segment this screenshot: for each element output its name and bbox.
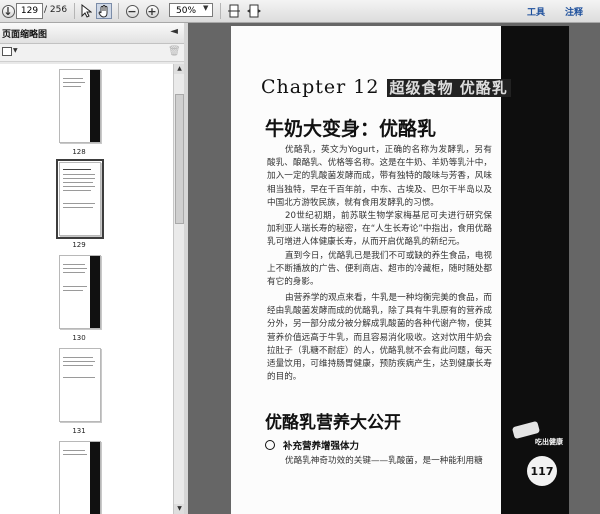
paragraph: 由营养学的观点来看，牛乳是一种均衡完美的食品，而经由乳酸菌发酵而成的优酪乳，除了… (267, 293, 492, 383)
paragraph: 20世纪初期，前苏联生物学家梅基尼可夫进行研究保加利亚人瑞长寿的秘密，在“人生长… (267, 211, 492, 248)
toolbar-divider (118, 3, 119, 19)
close-panel-icon[interactable]: ◄ (170, 26, 178, 37)
bullet-title: 补充营养增强体力 (283, 441, 360, 452)
thumbnail-page[interactable] (59, 348, 101, 422)
panel-toolbar: ▼ 🗑 (0, 44, 184, 62)
options-icon[interactable] (2, 47, 12, 56)
pdf-page: Chapter 12 超级食物 优酪乳 牛奶大变身：优酪乳 优酪乳，英文为Yog… (231, 26, 569, 514)
hand-tool-icon[interactable] (96, 3, 112, 19)
thumbnail-list: 128 129 130 131 (0, 64, 173, 514)
thumbnail-label: 131 (72, 427, 86, 435)
toolbar: ↓ 129 / 256 − + 50% ▼ 工具 注释 (0, 0, 600, 23)
section-heading: 优酪乳营养大公开 (265, 413, 401, 433)
fit-width-icon[interactable] (246, 3, 262, 19)
chapter-number: Chapter 12 (261, 76, 380, 98)
zoom-out-icon[interactable]: − (124, 3, 140, 19)
thumbnail-label: 128 (72, 148, 86, 156)
thumbnail-label: 130 (72, 334, 86, 342)
trash-icon[interactable]: 🗑 (168, 46, 181, 57)
page-total: / 256 (44, 5, 68, 15)
paragraph: 优酪乳，英文为Yogurt，正确的名称为发酵乳，另有酸乳、酿酪乳、优格等名称。这… (267, 145, 492, 208)
chapter-title: 超级食物 优酪乳 (386, 79, 511, 97)
thumbnail-label: 129 (72, 241, 86, 249)
bullet-heading: 补充营养增强体力 (265, 438, 359, 452)
scroll-thumb[interactable] (175, 94, 184, 224)
comment-button[interactable]: 注释 (565, 5, 583, 18)
tools-button[interactable]: 工具 (527, 5, 545, 18)
thumbnail-panel: 页面缩略图 ◄ ▼ 🗑 128 129 130 131 ▲ ▼ (0, 23, 185, 514)
paragraph: 直到今日，优酪乳已是我们不可或缺的养生食品，电视上不断播放的广告、便利商店、超市… (267, 251, 492, 288)
chapter-heading: Chapter 12 超级食物 优酪乳 (261, 76, 511, 98)
page-number-badge: 117 (527, 456, 557, 486)
zoom-in-icon[interactable]: + (144, 3, 160, 19)
thumbnail-page[interactable] (59, 255, 101, 329)
fit-page-icon[interactable] (226, 3, 242, 19)
next-page-icon[interactable]: ↓ (0, 3, 16, 19)
side-badge: 吃出健康 (535, 438, 563, 446)
select-tool-icon[interactable] (78, 3, 94, 19)
document-view[interactable]: Chapter 12 超级食物 优酪乳 牛奶大变身：优酪乳 优酪乳，英文为Yog… (188, 23, 600, 514)
thumbnail-page[interactable] (59, 441, 101, 514)
page-number-input[interactable]: 129 (16, 3, 43, 19)
article-heading: 牛奶大变身：优酪乳 (265, 118, 437, 140)
thumbnail-page-selected[interactable] (56, 159, 104, 239)
paragraph: 优酪乳神奇功效的关键——乳酸菌，是一种能利用糖 (285, 456, 483, 466)
thumbnail-page[interactable] (59, 69, 101, 143)
chevron-down-icon[interactable]: ▼ (203, 4, 208, 12)
panel-header: 页面缩略图 ◄ (0, 23, 184, 44)
panel-title: 页面缩略图 (2, 30, 48, 40)
chevron-down-icon[interactable]: ▼ (13, 47, 18, 54)
toolbar-divider (74, 3, 75, 19)
toolbar-divider (220, 3, 221, 19)
bullet-icon (265, 440, 275, 450)
